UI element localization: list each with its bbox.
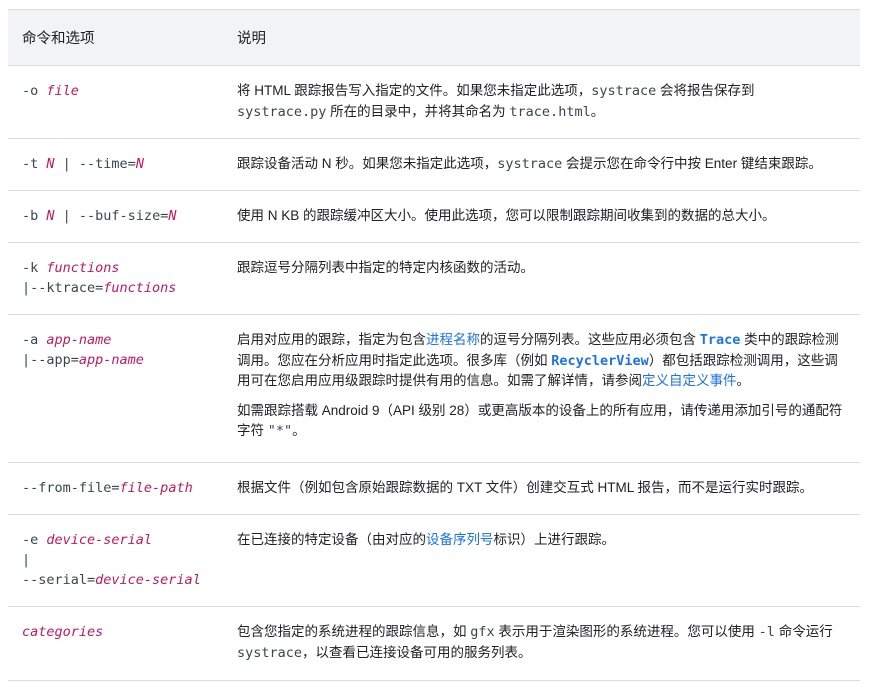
option-cell: -k functions |--ktrace=functions	[22, 260, 177, 296]
description-paragraph: 如需跟踪搭载 Android 9（API 级别 28）或更高版本的设备上的所有应…	[237, 402, 843, 440]
option-cell: categories	[22, 624, 104, 640]
header-command-options: 命令和选项	[22, 31, 95, 47]
custom-events-link[interactable]: 定义自定义事件	[642, 373, 737, 388]
device-serial-link[interactable]: 设备序列号	[426, 532, 494, 547]
option-cell: --from-file=file-path	[22, 480, 193, 496]
description-cell: 使用 N KB 的跟踪缓冲区大小。使用此选项，您可以限制跟踪期间收集到的数据的总…	[237, 208, 776, 223]
table-row: -o file 将 HTML 跟踪报告写入指定的文件。如果您未指定此选项，sys…	[8, 66, 860, 139]
table-row: -b N | --buf-size=N 使用 N KB 的跟踪缓冲区大小。使用此…	[8, 191, 860, 243]
table-row: -k functions |--ktrace=functions 跟踪逗号分隔列表…	[8, 243, 860, 315]
table-row: -a app-name |--app=app-name 启用对应用的跟踪，指定为包…	[8, 315, 860, 463]
description-cell: 跟踪设备活动 N 秒。如果您未指定此选项，systrace 会提示您在命令行中按…	[237, 156, 822, 172]
process-name-link[interactable]: 进程名称	[426, 332, 480, 347]
option-cell: -e device-serial | --serial=device-serial	[22, 532, 201, 588]
recyclerview-link[interactable]: RecyclerView	[551, 353, 649, 369]
description-cell: 包含您指定的系统进程的跟踪信息，如 gfx 表示用于渲染图形的系统进程。您可以使…	[237, 624, 833, 661]
option-cell: -o file	[22, 83, 79, 99]
table-row: categories 包含您指定的系统进程的跟踪信息，如 gfx 表示用于渲染图…	[8, 607, 860, 681]
table-row: -e device-serial | --serial=device-serial …	[8, 515, 860, 607]
header-description: 说明	[237, 31, 266, 47]
option-cell: -a app-name |--app=app-name	[22, 332, 144, 368]
trace-class-link[interactable]: Trace	[700, 332, 741, 348]
description-cell: 在已连接的特定设备（由对应的设备序列号标识）上进行跟踪。	[237, 532, 615, 547]
description-cell: 将 HTML 跟踪报告写入指定的文件。如果您未指定此选项，systrace 会将…	[237, 83, 755, 120]
description-cell: 根据文件（例如包含原始跟踪数据的 TXT 文件）创建交互式 HTML 报告，而不…	[237, 480, 814, 495]
description-cell: 启用对应用的跟踪，指定为包含进程名称的逗号分隔列表。这些应用必须包含 Trace…	[222, 315, 860, 462]
option-cell: -t N | --time=N	[22, 156, 144, 172]
description-cell: 跟踪逗号分隔列表中指定的特定内核函数的活动。	[237, 260, 534, 275]
table-row: --from-file=file-path 根据文件（例如包含原始跟踪数据的 T…	[8, 463, 860, 515]
description-paragraph: 启用对应用的跟踪，指定为包含进程名称的逗号分隔列表。这些应用必须包含 Trace…	[237, 332, 839, 388]
option-cell: -b N | --buf-size=N	[22, 208, 177, 224]
table-header: 命令和选项 说明	[8, 9, 860, 66]
options-table: 命令和选项 说明 -o file 将 HTML 跟踪报告写入指定的文件。如果您未…	[8, 9, 860, 681]
table-row: -t N | --time=N 跟踪设备活动 N 秒。如果您未指定此选项，sys…	[8, 139, 860, 191]
